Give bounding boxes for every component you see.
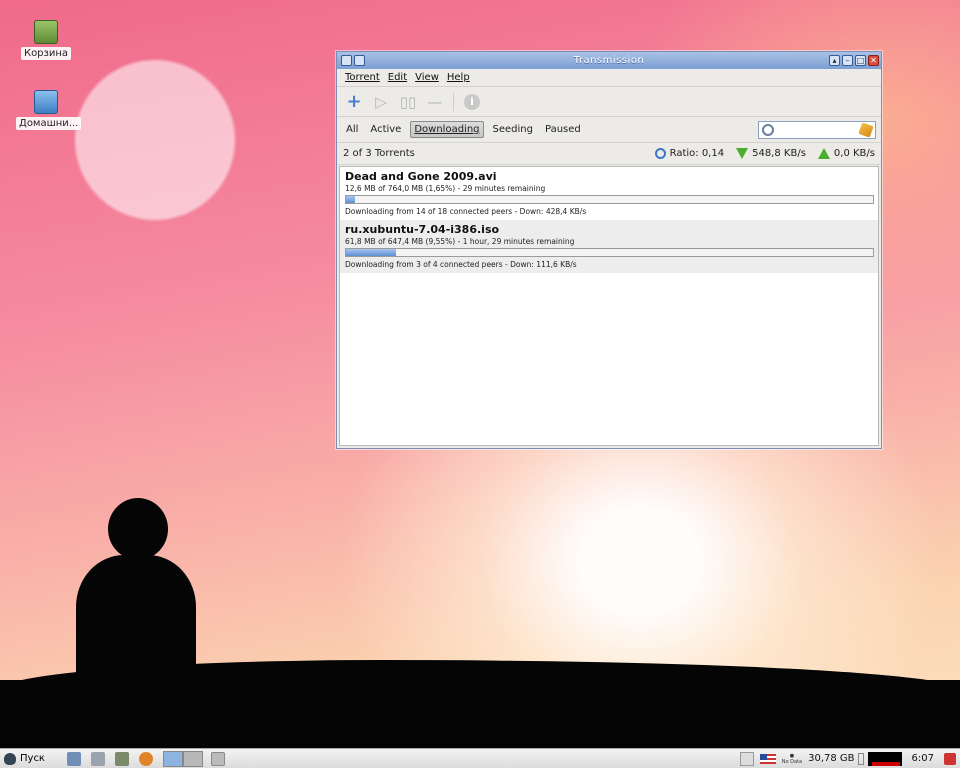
home-folder-icon [34,90,58,114]
desktop-icon-label: Домашни... [16,117,82,130]
firefox-launcher-icon[interactable] [138,751,153,766]
menu-bar: Torrent Edit View Help [337,69,881,87]
maximize-icon[interactable]: □ [855,55,866,66]
menu-help[interactable]: Help [447,72,470,83]
torrent-row[interactable]: Dead and Gone 2009.avi 12,6 MB of 764,0 … [340,167,878,220]
download-speed-text: 548,8 KB/s [752,148,806,159]
torrent-list: Dead and Gone 2009.avi 12,6 MB of 764,0 … [339,166,879,446]
clock[interactable]: 6:07 [912,753,934,764]
filter-all[interactable]: All [343,122,361,137]
figure-silhouette [76,555,196,685]
network-monitor-graph [867,751,902,766]
progress-bar [345,248,874,257]
start-button[interactable]: Пуск [0,752,45,765]
transmission-task-icon[interactable] [210,751,225,766]
trash-icon [34,20,58,44]
filter-bar: All Active Downloading Seeding Paused [337,117,881,143]
ratio-icon [654,148,666,159]
battery-status: ● No Data [782,753,802,765]
torrent-name: Dead and Gone 2009.avi [345,170,497,183]
ratio-text: Ratio: 0,14 [669,148,725,159]
torrent-name: ru.xubuntu-7.04-i386.iso [345,223,500,236]
progress-bar [345,195,874,204]
filter-downloading[interactable]: Downloading [410,121,484,138]
stick-icon[interactable] [354,55,365,66]
workspace-1[interactable] [162,750,183,767]
toolbar: + ▷ ▯▯ — i [337,87,881,117]
upload-speed-text: 0,0 KB/s [833,148,875,159]
info-icon: i [464,93,480,110]
window-titlebar[interactable]: Transmission ▴ – □ ✕ [337,52,881,69]
ground-silhouette-base [0,680,960,748]
search-box [758,121,876,139]
add-icon[interactable]: + [345,91,363,112]
filter-seeding[interactable]: Seeding [490,122,536,137]
toolbar-separator [453,92,454,111]
ratio-indicator[interactable]: Ratio: 0,14 [654,148,725,159]
window-title: Transmission [573,55,645,66]
screenshot-icon[interactable] [739,751,754,766]
file-manager-launcher-icon[interactable] [66,751,81,766]
no-data-label: No Data [781,758,803,765]
menu-view[interactable]: View [415,72,439,83]
menu-edit[interactable]: Edit [388,72,407,83]
menu-torrent[interactable]: Torrent [345,72,380,83]
start-icon[interactable]: ▷ [372,93,390,111]
minimize-icon[interactable]: – [842,55,853,66]
torrent-progress-text: 61,8 MB of 647,4 MB (9,55%) - 1 hour, 29… [345,237,575,246]
down-arrow-icon [736,148,749,159]
filter-active[interactable]: Active [367,122,404,137]
terminal-launcher-icon[interactable] [90,751,105,766]
pause-icon[interactable]: ▯▯ [399,93,417,111]
download-speed: 548,8 KB/s [736,148,806,159]
start-label: Пуск [20,753,45,764]
figure-head-silhouette [108,498,168,560]
search-icon [762,124,774,136]
window-menu-icon[interactable] [341,55,352,66]
disk-usage-icon [857,752,864,765]
workspace-2[interactable] [182,750,203,767]
progress-fill [346,196,355,203]
upload-speed: 0,0 KB/s [817,148,875,159]
torrent-row[interactable]: ru.xubuntu-7.04-i386.iso 61,8 MB of 647,… [340,220,878,273]
desktop-icon-home[interactable]: Домашни... [16,90,82,130]
filter-paused[interactable]: Paused [542,122,584,137]
search-input[interactable] [777,124,860,136]
taskbar: Пуск ● No Data 30,78 GB 6:07 [0,748,960,768]
us-flag-icon[interactable] [759,753,776,764]
xfce-mouse-icon [4,752,16,765]
status-bar: 2 of 3 Torrents Ratio: 0,14 548,8 KB/s 0… [337,143,881,165]
close-icon[interactable]: ✕ [868,55,879,66]
shade-icon[interactable]: ▴ [829,55,840,66]
logout-icon[interactable] [944,752,956,765]
remove-icon[interactable]: — [426,93,444,111]
torrent-status-text: Downloading from 14 of 18 connected peer… [345,207,587,216]
torrent-status-text: Downloading from 3 of 4 connected peers … [345,260,577,269]
desktop-icon-trash[interactable]: Корзина [16,20,76,60]
system-tray: ● No Data 30,78 GB 6:07 [739,749,956,768]
transmission-window: Transmission ▴ – □ ✕ Torrent Edit View H… [336,51,882,449]
clear-search-icon[interactable] [858,122,874,138]
torrent-progress-text: 12,6 MB of 764,0 MB (1,65%) - 29 minutes… [345,184,546,193]
torrent-count: 2 of 3 Torrents [343,148,415,159]
up-arrow-icon [817,148,830,159]
image-viewer-launcher-icon[interactable] [114,751,129,766]
properties-button[interactable]: i [463,93,481,111]
desktop-icon-label: Корзина [20,47,72,60]
progress-fill [346,249,397,256]
disk-free-text: 30,78 GB [808,753,855,764]
